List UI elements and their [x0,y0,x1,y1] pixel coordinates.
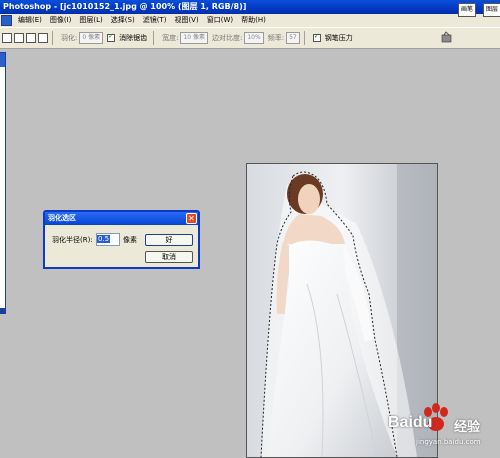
width-field[interactable]: 10 像素 [180,32,208,44]
cancel-button[interactable]: 取消 [145,251,193,263]
divider [52,31,53,45]
contrast-label: 边对比度: [212,34,243,42]
divider [303,31,305,45]
pen-pressure-checkbox[interactable] [312,32,321,42]
watermark-brand: Baidu [388,414,433,431]
feather-selection-dialog: 羽化选区 ✕ 羽化半径(R): 0.5 像素 好 取消 [43,210,200,269]
feather-radius-unit: 像素 [123,236,137,244]
palette-well-icon[interactable] [441,31,452,43]
antialias-checkbox[interactable] [107,32,116,42]
watermark-product: 经验 [454,420,481,435]
dialog-titlebar: 羽化选区 ✕ [45,212,198,225]
width-label: 宽度: [162,34,179,42]
menu-edit[interactable]: 编辑(E) [14,14,46,27]
close-icon[interactable]: ✕ [186,213,197,224]
left-panel-edge [0,52,6,314]
brushes-palette-button[interactable]: 画笔 [458,3,477,17]
antialias-label: 消除锯齿 [119,34,148,42]
menu-window[interactable]: 窗口(W) [203,14,237,27]
menu-layer[interactable]: 图层(L) [75,14,106,27]
dialog-title: 羽化选区 [48,214,76,222]
baidu-jingyan-watermark: Baidu 经验 jingyan.baidu.com [388,400,498,454]
new-selection-icon[interactable] [2,33,12,43]
add-selection-icon[interactable] [14,33,24,43]
photoshop-app-icon[interactable] [1,15,12,26]
menu-select[interactable]: 选择(S) [107,14,139,27]
window-title-bar: Photoshop - [jc1010152_1.jpg @ 100% (图层 … [0,0,500,14]
ok-button[interactable]: 好 [145,234,193,246]
left-panel-titlebar [0,53,5,67]
contrast-field[interactable]: 10% [244,32,264,44]
menu-bar: 编辑(E) 图像(I) 图层(L) 选择(S) 滤镜(T) 视图(V) 窗口(W… [0,14,500,28]
tool-options-bar: 羽化: 0 像素 消除锯齿 宽度: 10 像素 边对比度: 10% 频率: 57… [0,28,500,49]
frequency-label: 频率: [267,34,285,42]
menu-image[interactable]: 图像(I) [46,14,76,27]
feather-radius-label: 羽化半径(R): [52,236,93,244]
layers-palette-button[interactable]: 图层 [483,3,500,17]
menu-view[interactable]: 视图(V) [170,14,202,27]
intersect-selection-icon[interactable] [38,33,48,43]
feather-radius-input[interactable]: 0.5 [96,233,120,246]
pen-pressure-label: 钢笔压力 [324,34,353,42]
divider [153,31,155,45]
menu-filter[interactable]: 滤镜(T) [139,14,171,27]
feather-radius-value: 0.5 [97,235,111,243]
subtract-selection-icon[interactable] [26,33,36,43]
window-title: Photoshop - [jc1010152_1.jpg @ 100% (图层 … [3,2,247,11]
watermark-url: jingyan.baidu.com [416,438,481,446]
feather-field[interactable]: 0 像素 [79,32,104,44]
menu-help[interactable]: 帮助(H) [237,14,270,27]
left-panel-footer [0,308,5,313]
feather-label: 羽化: [61,34,78,42]
frequency-field[interactable]: 57 [286,32,300,44]
